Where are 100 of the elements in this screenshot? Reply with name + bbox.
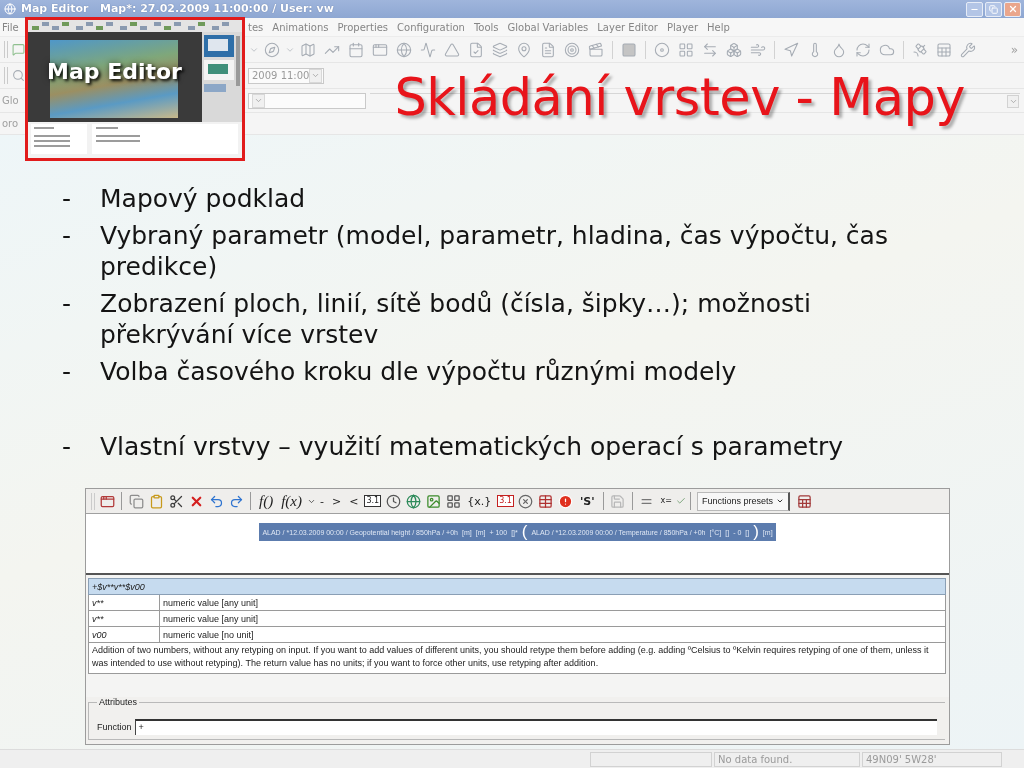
greater-than-button[interactable]: > xyxy=(330,491,344,511)
minus-button[interactable]: - xyxy=(318,491,326,511)
satellite-icon[interactable] xyxy=(912,41,928,58)
triangle-icon[interactable] xyxy=(444,41,460,58)
menu-item[interactable]: Global Variables xyxy=(507,21,589,33)
search-icon[interactable] xyxy=(12,69,25,82)
restore-icon xyxy=(989,4,998,14)
document-icon[interactable] xyxy=(540,41,556,58)
maximize-button[interactable] xyxy=(985,1,1002,17)
table-cell: numeric value [any unit] xyxy=(159,594,946,611)
overflow-button[interactable]: » xyxy=(1010,42,1018,57)
bullet-text: Volba časového kroku dle výpočtu různými modely xyxy=(100,356,737,387)
chat-icon[interactable] xyxy=(12,43,25,56)
menu-item[interactable]: Player xyxy=(666,21,699,33)
parenthesis: ( xyxy=(521,523,528,541)
string-button[interactable]: 'S' xyxy=(577,491,597,511)
layer-combo[interactable] xyxy=(248,92,366,109)
close-icon xyxy=(1007,4,1018,14)
list-dash: - xyxy=(62,357,72,386)
table-cell: v** xyxy=(88,594,160,611)
function-button[interactable]: f() xyxy=(257,491,276,511)
less-than-button[interactable]: < xyxy=(347,491,361,511)
time-combo[interactable]: 2009 11:00 xyxy=(248,67,324,84)
menu-item[interactable]: tes xyxy=(248,21,264,33)
grid-icon[interactable] xyxy=(445,493,461,509)
table-icon[interactable] xyxy=(538,493,554,509)
square-icon[interactable] xyxy=(621,41,637,58)
alert-icon[interactable] xyxy=(558,493,574,509)
menu-item[interactable]: Tools xyxy=(473,21,499,33)
menu-item[interactable]: Help xyxy=(707,21,730,33)
spreadsheet-icon[interactable] xyxy=(796,493,812,509)
undo-icon[interactable] xyxy=(208,493,224,509)
table-cell: v00 xyxy=(88,626,160,643)
table-cell: numeric value [no unit] xyxy=(159,626,946,643)
compass-icon[interactable] xyxy=(264,41,280,58)
window-icon[interactable] xyxy=(99,493,115,509)
caret-icon[interactable] xyxy=(311,71,321,80)
circle-x-icon[interactable] xyxy=(518,493,534,509)
table-header: +$v**v**$v00 xyxy=(88,578,946,595)
status-field: 49N09' 5W28' xyxy=(862,751,1002,767)
caret-icon[interactable] xyxy=(254,96,263,105)
close-button[interactable] xyxy=(1004,1,1021,17)
table-cell: numeric value [any unit] xyxy=(159,610,946,627)
bullet-text: Vlastní vrstvy – využití matematických operací s parametry xyxy=(100,431,844,462)
function-field[interactable]: + xyxy=(134,719,937,735)
menu-item[interactable]: Layer Editor xyxy=(597,21,658,33)
menu-item[interactable]: Properties xyxy=(337,21,389,33)
assign-button[interactable]: x= xyxy=(658,491,674,511)
clapperboard-icon[interactable] xyxy=(588,41,604,58)
number-button[interactable]: 3.1 xyxy=(364,495,382,507)
list-dash: - xyxy=(62,432,72,461)
target-icon[interactable] xyxy=(564,41,580,58)
status-field: No data found. xyxy=(714,751,860,767)
clock-icon[interactable] xyxy=(385,493,401,509)
file-check-icon[interactable] xyxy=(468,41,484,58)
globe-icon xyxy=(4,3,16,15)
slide-title: Skládání vrstev - Mapy xyxy=(394,68,965,128)
layers-icon[interactable] xyxy=(492,41,508,58)
wind-icon[interactable] xyxy=(750,41,766,58)
image-icon[interactable] xyxy=(425,493,441,509)
tab-label[interactable]: oro xyxy=(2,118,19,129)
function-button[interactable]: f(x) xyxy=(279,491,304,511)
menu-item[interactable]: Configuration xyxy=(397,21,465,33)
menu-item[interactable]: File xyxy=(2,21,19,33)
toolbar-label: Glo xyxy=(2,95,19,106)
parenthesis: ) xyxy=(753,523,759,541)
group-label: Attributes xyxy=(98,697,139,707)
clipboard-icon[interactable] xyxy=(148,493,164,509)
map-icon[interactable] xyxy=(300,41,316,58)
calendar-icon[interactable] xyxy=(348,41,364,58)
minimize-button[interactable] xyxy=(966,1,983,17)
window-title: Map Editor Map*: 27.02.2009 11:00:00 / User: vw xyxy=(21,1,334,17)
table-cell: Addition of two numbers, without any retyping on input. If you want to add values of different units, you should retype them before adding (e.g. adding ºCelsius to ºKelvin requires retyping of one of them, unless it was intended to use without retyping). The return value has no units; if you want to force other units, use retyping after addition. xyxy=(88,642,946,674)
droplet-icon[interactable] xyxy=(831,41,847,58)
wrench-icon[interactable] xyxy=(960,41,976,58)
redo-icon[interactable] xyxy=(228,493,244,509)
refresh-icon[interactable] xyxy=(855,41,871,58)
pulse-icon[interactable] xyxy=(420,41,436,58)
globe-icon[interactable] xyxy=(405,493,421,509)
boxes-icon[interactable] xyxy=(726,41,742,58)
field-label: Function xyxy=(97,722,132,732)
disc-icon[interactable] xyxy=(654,41,670,58)
bullet-text: Mapový podklad xyxy=(100,183,306,214)
save-icon[interactable] xyxy=(610,493,626,509)
check-icon[interactable] xyxy=(676,496,686,506)
number-button[interactable]: 3.1 xyxy=(497,495,514,507)
copy-icon[interactable] xyxy=(128,493,144,509)
scissors-icon[interactable] xyxy=(168,493,184,509)
dropdown-button[interactable] xyxy=(1007,94,1019,108)
bullet-text: Zobrazení ploch, linií, sítě bodů (čísla, šipky…); možnosti překrývání více vrstev xyxy=(100,288,812,350)
variable-button[interactable]: {x.} xyxy=(465,491,494,511)
presets-dropdown[interactable]: Functions presets xyxy=(697,491,791,511)
table-cell: v** xyxy=(88,610,160,627)
menu-item[interactable]: Animations xyxy=(272,21,329,33)
arrows-icon[interactable] xyxy=(702,41,718,58)
globe-icon[interactable] xyxy=(396,41,412,58)
navigation-icon[interactable] xyxy=(783,41,799,58)
list-dash: - xyxy=(62,221,72,250)
pin-icon[interactable] xyxy=(516,41,532,58)
caret-icon xyxy=(776,497,785,505)
